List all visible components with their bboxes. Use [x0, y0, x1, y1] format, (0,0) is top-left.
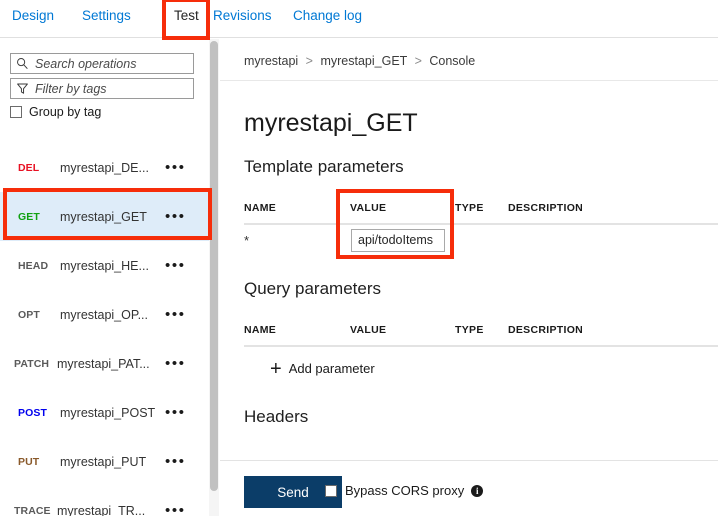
operation-name-opt: myrestapi_OP... [60, 307, 149, 322]
operation-name-patch: myrestapi_PAT... [57, 356, 150, 371]
operation-row-post[interactable]: POST myrestapi_POST ••• [0, 388, 210, 437]
bypass-cors-row[interactable]: Bypass CORS proxy i [325, 483, 484, 498]
query-parameters-heading: Query parameters [244, 279, 381, 298]
method-badge-patch: PATCH [14, 357, 50, 370]
breadcrumb-separator-2: > [414, 54, 422, 68]
template-value-input[interactable]: api/todoItems [351, 229, 445, 252]
template-col-type: TYPE [455, 202, 484, 214]
method-badge-head: HEAD [18, 259, 49, 272]
tab-test[interactable]: Test [174, 8, 199, 23]
add-parameter-button[interactable]: + Add parameter [270, 357, 375, 380]
operation-row-put[interactable]: PUT myrestapi_PUT ••• [0, 437, 210, 486]
method-badge-get: GET [18, 210, 40, 223]
operation-row-opt[interactable]: OPT myrestapi_OP... ••• [0, 290, 210, 339]
operation-name-head: myrestapi_HE... [60, 258, 149, 273]
page-title: myrestapi_GET [244, 109, 418, 137]
operation-name-put: myrestapi_PUT [60, 454, 147, 469]
template-parameters-heading: Template parameters [244, 157, 404, 176]
filter-by-tags-input[interactable]: Filter by tags [10, 78, 194, 99]
group-by-tag-label: Group by tag [29, 105, 102, 119]
method-badge-post: POST [18, 406, 47, 419]
tab-design[interactable]: Design [12, 8, 54, 23]
breadcrumb-divider [220, 80, 718, 81]
operation-menu-get[interactable]: ••• [165, 209, 186, 224]
operation-menu-trace[interactable]: ••• [165, 503, 186, 516]
funnel-icon [16, 82, 29, 95]
template-row-name: * [244, 233, 250, 248]
operation-menu-del[interactable]: ••• [165, 160, 186, 175]
group-by-tag-row[interactable]: Group by tag [10, 105, 101, 119]
template-col-description: DESCRIPTION [508, 202, 584, 214]
tab-settings[interactable]: Settings [82, 8, 131, 23]
operation-menu-put[interactable]: ••• [165, 454, 186, 469]
operation-row-head[interactable]: HEAD myrestapi_HE... ••• [0, 241, 210, 290]
filter-placeholder: Filter by tags [35, 81, 107, 96]
console-panel: myrestapi > myrestapi_GET > Console myre… [220, 39, 718, 516]
breadcrumb-separator-1: > [305, 54, 313, 68]
operation-menu-head[interactable]: ••• [165, 258, 186, 273]
search-placeholder: Search operations [35, 56, 137, 71]
query-col-value: VALUE [350, 324, 387, 336]
api-management-test-console: Design Settings Test Revisions Change lo… [0, 0, 718, 516]
query-col-name: NAME [244, 324, 277, 336]
headers-heading: Headers [244, 407, 309, 426]
operation-name-get: myrestapi_GET [60, 209, 147, 224]
operation-menu-post[interactable]: ••• [165, 405, 186, 420]
breadcrumb-item-operation[interactable]: myrestapi_GET [320, 54, 407, 68]
operation-name-post: myrestapi_POST [60, 405, 156, 420]
operation-menu-opt[interactable]: ••• [165, 307, 186, 322]
query-table-rule [244, 345, 718, 347]
operation-row-del[interactable]: DEL myrestapi_DE... ••• [0, 143, 210, 192]
search-operations-input[interactable]: Search operations [10, 53, 194, 74]
template-col-name: NAME [244, 202, 277, 214]
search-icon [16, 57, 29, 70]
bypass-cors-label: Bypass CORS proxy [345, 483, 465, 498]
operation-row-patch[interactable]: PATCH myrestapi_PAT... ••• [0, 339, 210, 388]
operation-name-del: myrestapi_DE... [60, 160, 149, 175]
sidebar-scrollbar-thumb[interactable] [210, 41, 218, 491]
info-icon[interactable]: i [471, 484, 484, 497]
query-col-description: DESCRIPTION [508, 324, 584, 336]
method-badge-del: DEL [18, 161, 40, 174]
operation-name-trace: myrestapi_TR... [57, 503, 146, 516]
group-by-tag-checkbox[interactable] [10, 106, 22, 118]
operation-row-trace[interactable]: TRACE myrestapi_TR... ••• [0, 486, 210, 516]
template-table-rule [244, 223, 718, 225]
method-badge-trace: TRACE [14, 504, 51, 516]
method-badge-opt: OPT [18, 308, 40, 321]
breadcrumb: myrestapi > myrestapi_GET > Console [244, 54, 475, 68]
breadcrumb-item-api[interactable]: myrestapi [244, 54, 298, 68]
tab-change-log[interactable]: Change log [293, 8, 362, 23]
plus-icon: + [270, 357, 282, 380]
breadcrumb-item-console: Console [429, 54, 476, 68]
footer-divider [220, 460, 718, 461]
bypass-cors-checkbox[interactable] [325, 484, 337, 497]
operation-row-get[interactable]: GET myrestapi_GET ••• [0, 192, 210, 241]
top-tab-bar: Design Settings Test Revisions Change lo… [0, 0, 718, 38]
template-col-value: VALUE [350, 202, 387, 214]
tab-revisions[interactable]: Revisions [213, 8, 272, 23]
operations-sidebar: Search operations Filter by tags Group b… [0, 39, 219, 516]
operation-menu-patch[interactable]: ••• [165, 356, 186, 371]
method-badge-put: PUT [18, 455, 40, 468]
add-parameter-label: Add parameter [288, 361, 375, 376]
operations-list: DEL myrestapi_DE... ••• GET myrestapi_GE… [0, 143, 210, 516]
query-col-type: TYPE [455, 324, 484, 336]
